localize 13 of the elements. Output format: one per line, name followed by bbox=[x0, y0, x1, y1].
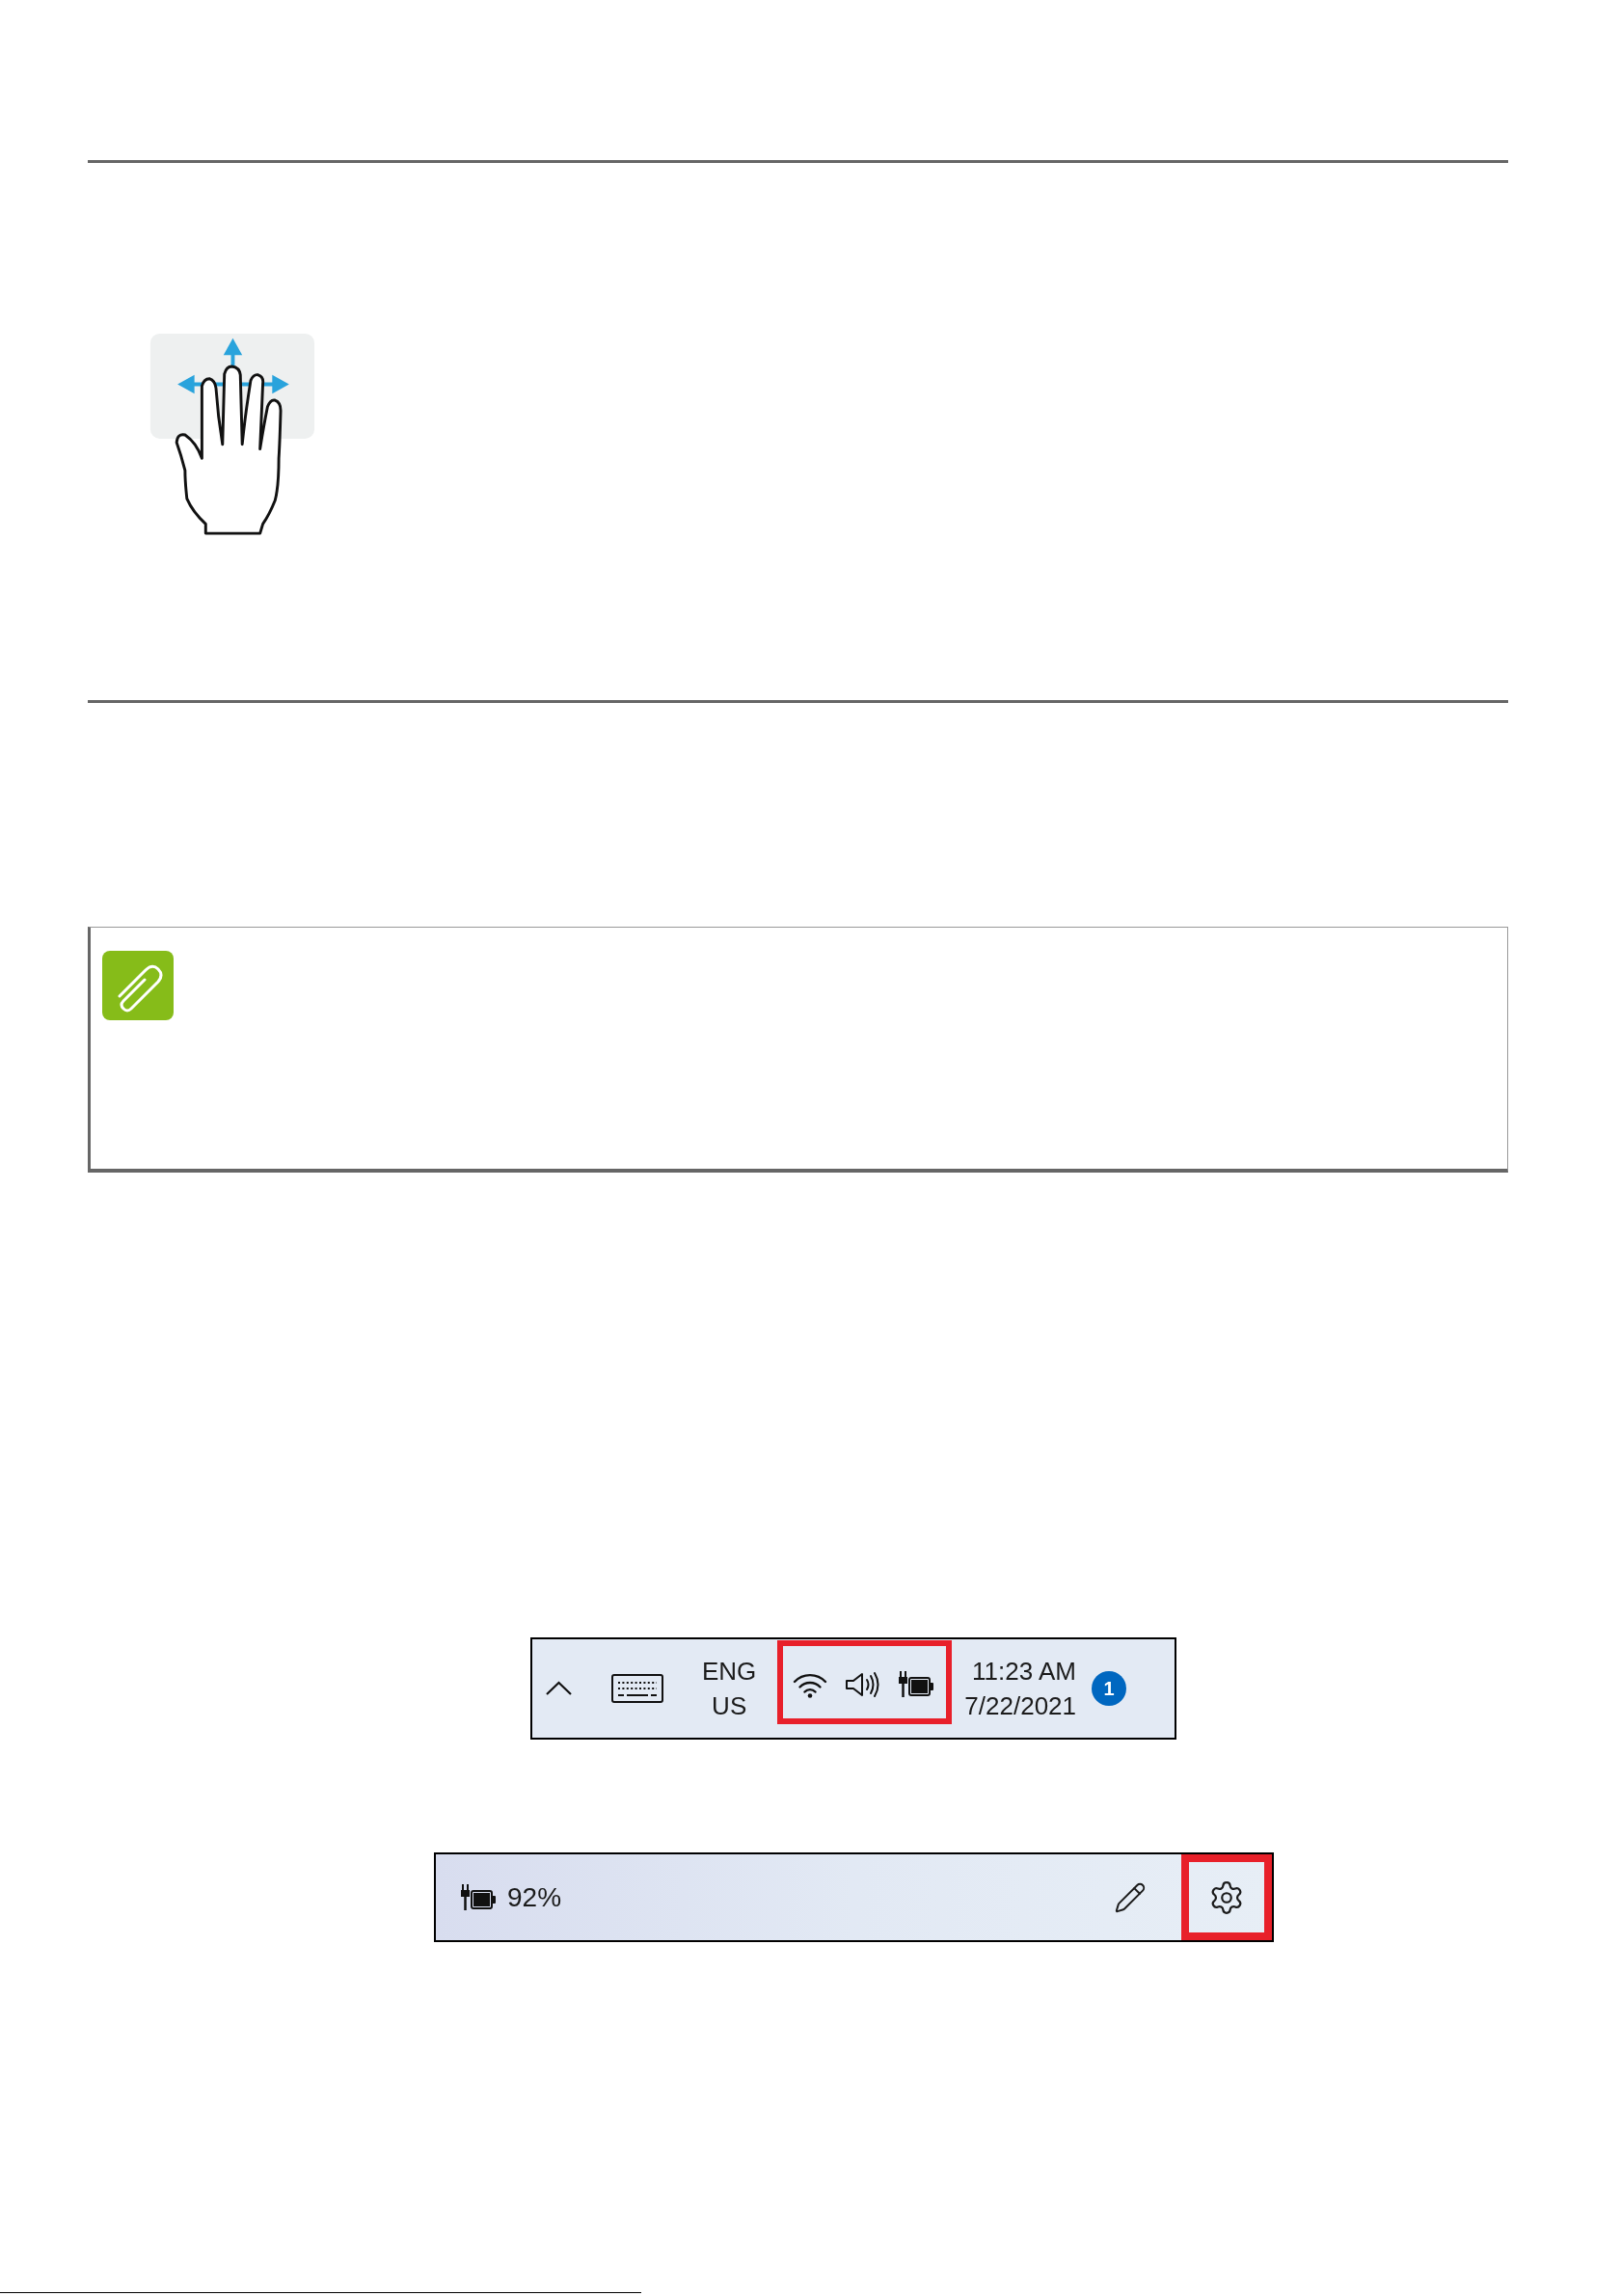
battery-plug-icon bbox=[459, 1883, 498, 1911]
settings-button[interactable] bbox=[1181, 1854, 1272, 1940]
paperclip-icon bbox=[102, 951, 174, 1020]
language-button[interactable]: ENG US bbox=[702, 1654, 757, 1723]
pencil-icon[interactable] bbox=[1114, 1880, 1147, 1914]
wifi-icon[interactable] bbox=[792, 1671, 829, 1698]
speaker-icon[interactable] bbox=[844, 1670, 881, 1699]
battery-percentage: 92% bbox=[507, 1880, 562, 1914]
chevron-up-icon[interactable] bbox=[545, 1681, 573, 1696]
clock-button[interactable]: 11:23 AM 7/22/2021 bbox=[964, 1654, 1076, 1723]
notification-badge[interactable]: 1 bbox=[1092, 1671, 1126, 1706]
keyboard-icon[interactable] bbox=[611, 1674, 663, 1703]
battery-plug-icon bbox=[897, 1671, 936, 1698]
